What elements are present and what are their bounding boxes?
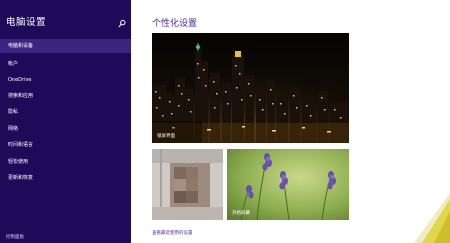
sidebar-item-time-and-language[interactable]: 时间和语言 (0, 138, 131, 152)
sidebar-item-ease-of-access[interactable]: 轻松使用 (0, 155, 131, 169)
sidebar: 电脑设置 电脑和设备 帐户 OneDrive 搜索和应用 隐私 网络 时间和语言… (0, 0, 131, 243)
control-panel-link[interactable]: 控制面板 (6, 234, 24, 240)
search-icon[interactable] (117, 14, 127, 28)
account-picture-image (152, 149, 223, 220)
start-screen-label: 开始屏幕 (232, 211, 250, 216)
lock-screen-tile[interactable]: 锁屏界面 (152, 33, 349, 143)
sidebar-item-update-and-recovery[interactable]: 更新和恢复 (0, 171, 131, 185)
start-screen-tile[interactable]: 开始屏幕 (227, 149, 349, 220)
lock-screen-label: 锁屏界面 (157, 134, 175, 139)
page-title: 个性化设置 (152, 19, 198, 29)
recent-settings-link[interactable]: 查看最近使用的设置 (152, 230, 193, 236)
city-night-image (152, 33, 349, 143)
sidebar-item-onedrive[interactable]: OneDrive (0, 73, 131, 87)
sidebar-item-pc-and-devices[interactable]: 电脑和设备 (0, 39, 131, 53)
sidebar-item-accounts[interactable]: 帐户 (0, 57, 131, 71)
sidebar-title: 电脑设置 (6, 17, 47, 28)
sidebar-item-search-and-apps[interactable]: 搜索和应用 (0, 89, 131, 103)
sidebar-item-privacy[interactable]: 隐私 (0, 105, 131, 119)
account-picture-tile[interactable] (152, 149, 223, 220)
corner-swoosh-decoration (392, 193, 450, 243)
sidebar-item-network[interactable]: 网络 (0, 122, 131, 136)
